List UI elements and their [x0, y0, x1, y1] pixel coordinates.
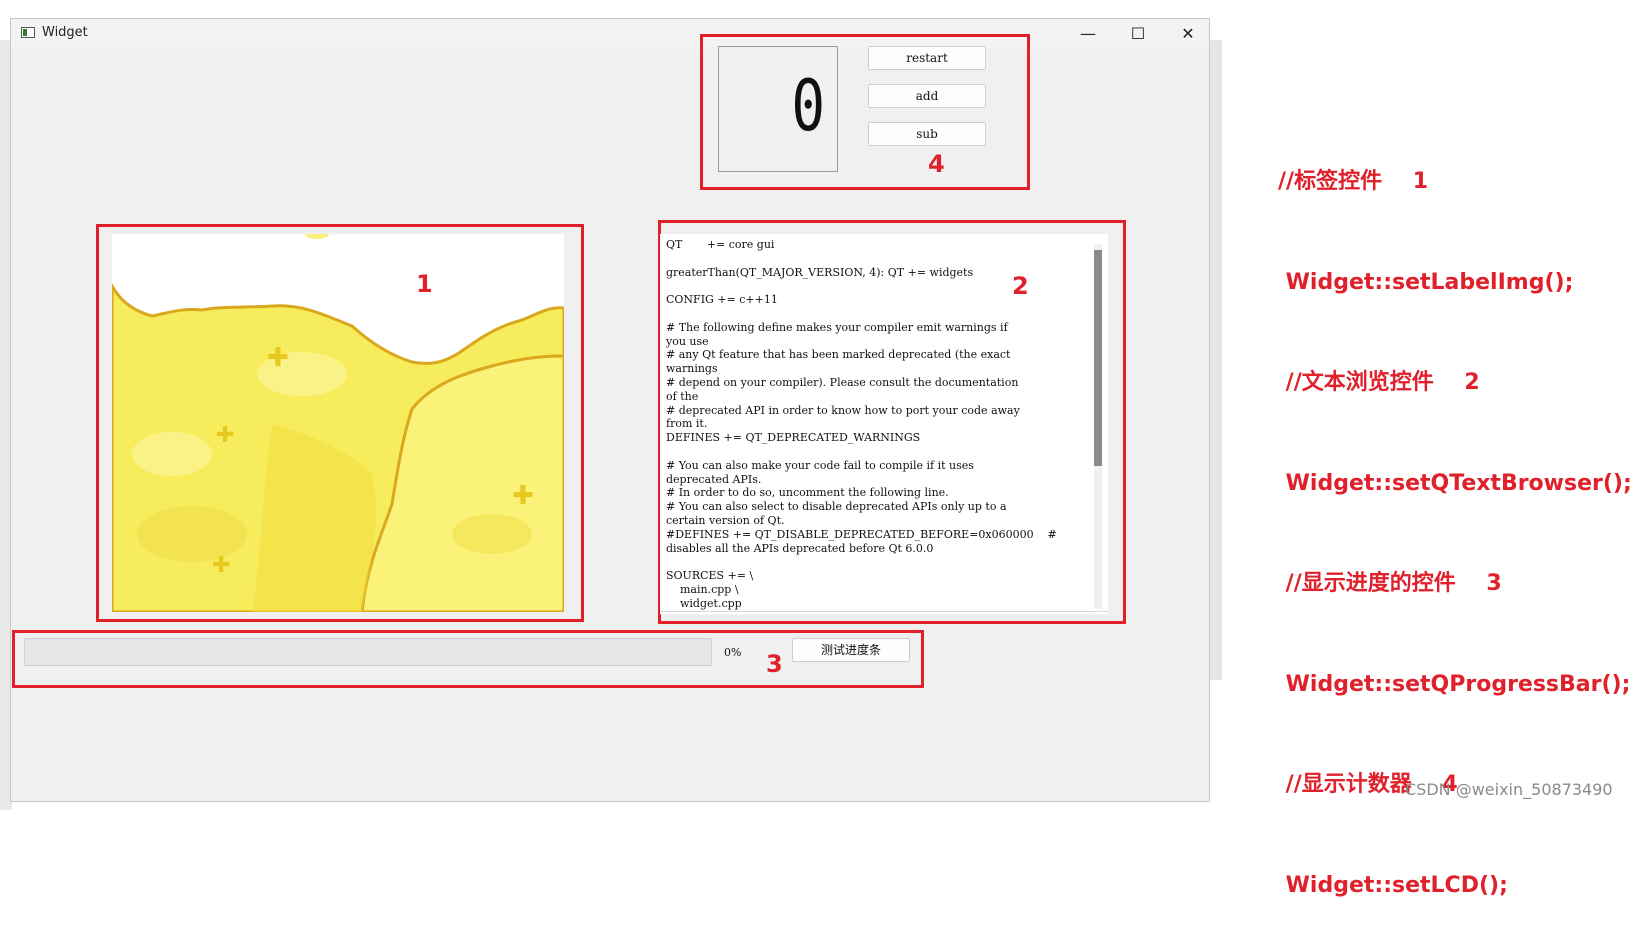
minimize-button[interactable]: — — [1063, 19, 1113, 49]
text-browser[interactable]: QT += core gui greaterThan(QT_MAJOR_VERS… — [660, 234, 1108, 614]
annotation-line: Widget::setQProgressBar(); — [1278, 671, 1631, 697]
scrollbar-thumb[interactable] — [1094, 250, 1102, 466]
progress-bar — [24, 638, 712, 666]
annotation-line: Widget::setQTextBrowser(); — [1278, 470, 1632, 496]
annotation-line: Widget::setLabelImg(); — [1278, 269, 1574, 295]
restart-button[interactable]: restart — [868, 46, 986, 70]
marker-4: 4 — [928, 150, 945, 178]
test-progress-button[interactable]: 测试进度条 — [792, 638, 910, 662]
annotation-line: //标签控件 1 — [1278, 169, 1429, 194]
marker-1: 1 — [416, 270, 433, 298]
add-button[interactable]: add — [868, 84, 986, 108]
app-icon — [21, 27, 35, 38]
marker-3: 3 — [766, 650, 783, 678]
window-title: Widget — [42, 25, 88, 40]
svg-text:✚: ✚ — [216, 423, 234, 448]
label-image: ✚ ✚ ✚ ✚ — [112, 234, 564, 612]
lcd-counter: 0 — [718, 46, 838, 172]
annotation-line: //显示进度的控件 3 — [1278, 571, 1502, 596]
cartoon-bush-image: ✚ ✚ ✚ ✚ — [112, 234, 564, 612]
close-button[interactable]: ✕ — [1163, 19, 1213, 49]
progress-percent: 0% — [724, 646, 742, 659]
svg-text:✚: ✚ — [512, 481, 534, 511]
marker-2: 2 — [1012, 272, 1029, 300]
annotation-line: //文本浏览控件 2 — [1278, 370, 1480, 395]
background-window-strip-right — [1210, 40, 1222, 680]
sub-button[interactable]: sub — [868, 122, 986, 146]
svg-text:✚: ✚ — [212, 553, 230, 578]
annotation-line: Widget::setLCD(); — [1278, 872, 1508, 898]
text-browser-scrollbar[interactable] — [1094, 244, 1102, 609]
lcd-digit: 0 — [791, 65, 825, 147]
maximize-button[interactable]: ☐ — [1113, 19, 1163, 49]
text-browser-bottom-border — [660, 611, 1108, 612]
svg-text:✚: ✚ — [267, 343, 289, 373]
watermark: CSDN @weixin_50873490 — [1405, 780, 1613, 799]
